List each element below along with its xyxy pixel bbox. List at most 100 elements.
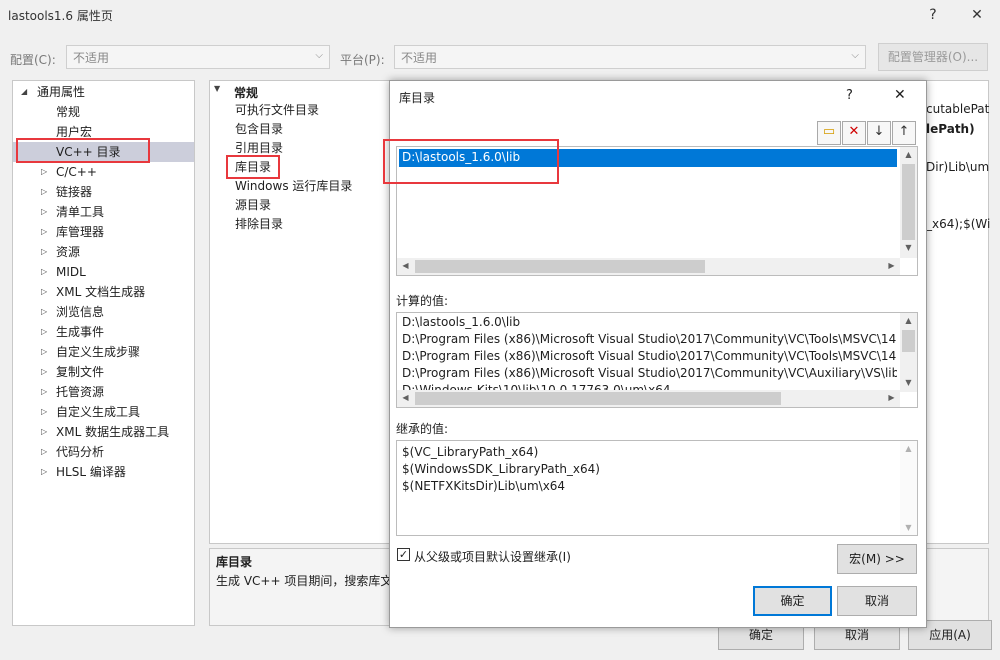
- dialog-close-button[interactable]: ✕: [894, 87, 906, 103]
- property-row[interactable]: 源目录: [235, 196, 271, 215]
- computed-value-line: D:\Program Files (x86)\Microsoft Visual …: [402, 332, 897, 346]
- inherited-vscroll[interactable]: ▲ ▼: [900, 441, 917, 535]
- tree-item-label: 常规: [56, 105, 81, 119]
- expanded-icon[interactable]: ◢: [21, 82, 27, 102]
- tree-item[interactable]: ▷ 浏览信息: [13, 302, 194, 322]
- tree-item-label: 生成事件: [56, 325, 105, 339]
- config-value: 不适用: [73, 51, 110, 65]
- delete-icon[interactable]: ✕: [842, 121, 866, 145]
- inherited-label: 继承的值:: [396, 422, 449, 436]
- highlight-lib-dir: [226, 155, 280, 179]
- computed-hscroll[interactable]: ◀ ▶: [397, 390, 900, 407]
- tree-item-label: XML 文档生成器: [56, 285, 146, 299]
- prop-value-3: _x64);$(Wi: [926, 217, 991, 231]
- expand-icon[interactable]: ▷: [41, 202, 47, 222]
- computed-value-line: D:\Program Files (x86)\Microsoft Visual …: [402, 349, 897, 363]
- tree-item-label: 库管理器: [56, 225, 105, 239]
- tree-item[interactable]: ▷ XML 文档生成器: [13, 282, 194, 302]
- tree-item[interactable]: ▷ HLSL 编译器: [13, 462, 194, 482]
- expand-icon[interactable]: ▷: [41, 222, 47, 242]
- description-title: 库目录: [216, 555, 253, 569]
- tree-item[interactable]: ▷ 资源: [13, 242, 194, 262]
- property-row[interactable]: 排除目录: [235, 215, 283, 234]
- tree-item[interactable]: ▷ C/C++: [13, 162, 194, 182]
- expand-icon[interactable]: ▷: [41, 462, 47, 482]
- config-select[interactable]: 不适用 ⌵: [66, 45, 330, 69]
- tree-item[interactable]: ▷ 托管资源: [13, 382, 194, 402]
- property-row[interactable]: 包含目录: [235, 120, 283, 139]
- tree-item-label: MIDL: [56, 265, 86, 279]
- expand-icon[interactable]: ▷: [41, 282, 47, 302]
- property-row[interactable]: 可执行文件目录: [235, 101, 319, 120]
- highlight-entry: [383, 139, 559, 184]
- expand-icon[interactable]: ▷: [41, 262, 47, 282]
- expand-icon[interactable]: ▷: [41, 382, 47, 402]
- platform-select[interactable]: 不适用 ⌵: [394, 45, 866, 69]
- macros-button[interactable]: 宏(M) >>: [837, 544, 917, 574]
- computed-value-line: D:\lastools_1.6.0\lib: [402, 315, 521, 329]
- tree-item[interactable]: ▷ MIDL: [13, 262, 194, 282]
- computed-label: 计算的值:: [396, 294, 449, 308]
- tree-item[interactable]: ▷ 库管理器: [13, 222, 194, 242]
- chevron-down-icon: ⌵: [315, 50, 323, 61]
- inherited-value-line: $(NETFXKitsDir)Lib\um\x64: [402, 479, 566, 493]
- inherited-values-box[interactable]: $(VC_LibraryPath_x64) $(WindowsSDK_Librar…: [396, 440, 918, 536]
- expand-icon[interactable]: ▷: [41, 362, 47, 382]
- entries-hscroll[interactable]: ◀ ▶: [397, 258, 900, 275]
- close-button[interactable]: ✕: [962, 3, 992, 27]
- expand-icon[interactable]: ▷: [41, 242, 47, 262]
- property-row[interactable]: Windows 运行库目录: [235, 177, 352, 196]
- highlight-vc-dirs: [16, 138, 150, 163]
- tree-item[interactable]: ▷ 链接器: [13, 182, 194, 202]
- tree-item[interactable]: ▷ 生成事件: [13, 322, 194, 342]
- tree-root-label: 通用属性: [37, 85, 86, 99]
- tree-item-label: 代码分析: [56, 445, 105, 459]
- tree-item-label: 清单工具: [56, 205, 105, 219]
- prop-value-2: Dir)Lib\um: [926, 160, 990, 174]
- move-up-icon[interactable]: ↑: [892, 121, 916, 145]
- tree-item[interactable]: ▷ 代码分析: [13, 442, 194, 462]
- inherited-value-line: $(VC_LibraryPath_x64): [402, 445, 539, 459]
- expand-icon[interactable]: ▷: [41, 302, 47, 322]
- expand-icon[interactable]: ▷: [41, 342, 47, 362]
- prop-value-0: cutablePat: [926, 102, 990, 116]
- tree-item[interactable]: 常规: [13, 102, 194, 122]
- inherit-checkbox[interactable]: ✓: [397, 548, 410, 561]
- platform-label: 平台(P):: [340, 53, 385, 67]
- dialog-cancel-button[interactable]: 取消: [837, 586, 917, 616]
- expand-icon[interactable]: ▷: [41, 182, 47, 202]
- entries-vscroll[interactable]: ▲ ▼: [900, 147, 917, 258]
- expand-icon[interactable]: ▷: [41, 162, 47, 182]
- tree-item-label: 链接器: [56, 185, 93, 199]
- tree-item[interactable]: ▷ 自定义生成步骤: [13, 342, 194, 362]
- expand-icon[interactable]: ▷: [41, 322, 47, 342]
- dialog-help-button[interactable]: ?: [846, 88, 853, 103]
- computed-value-line: D:\Program Files (x86)\Microsoft Visual …: [402, 366, 897, 380]
- expand-icon[interactable]: ▷: [41, 442, 47, 462]
- tree-item-label: HLSL 编译器: [56, 465, 126, 479]
- tree-item-label: 浏览信息: [56, 305, 105, 319]
- computed-values-box[interactable]: D:\lastools_1.6.0\lib D:\Program Files (x…: [396, 312, 918, 408]
- expand-icon[interactable]: ▷: [41, 402, 47, 422]
- dialog-title: 库目录: [399, 91, 436, 105]
- config-manager-button[interactable]: 配置管理器(O)...: [878, 43, 988, 71]
- tree-item-label: 自定义生成步骤: [56, 345, 141, 359]
- dialog-ok-button[interactable]: 确定: [753, 586, 832, 616]
- move-down-icon[interactable]: ↓: [867, 121, 891, 145]
- help-button[interactable]: ?: [918, 3, 948, 27]
- tree-item[interactable]: ▷ XML 数据生成器工具: [13, 422, 194, 442]
- tree-item-label: XML 数据生成器工具: [56, 425, 170, 439]
- tree-item[interactable]: ▷ 清单工具: [13, 202, 194, 222]
- tree-item-label: 资源: [56, 245, 81, 259]
- computed-vscroll[interactable]: ▲ ▼: [900, 313, 917, 392]
- new-folder-icon[interactable]: ▭: [817, 121, 841, 145]
- window-title: lastools1.6 属性页: [8, 9, 113, 23]
- expand-icon[interactable]: ▷: [41, 422, 47, 442]
- tree-item-label: 自定义生成工具: [56, 405, 141, 419]
- config-label: 配置(C):: [10, 53, 56, 67]
- tree-item-label: 复制文件: [56, 365, 105, 379]
- tree-item[interactable]: ▷ 复制文件: [13, 362, 194, 382]
- tree-item-label: 托管资源: [56, 385, 105, 399]
- inherit-checkbox-label[interactable]: 从父级或项目默认设置继承(I): [414, 548, 571, 565]
- tree-item[interactable]: ▷ 自定义生成工具: [13, 402, 194, 422]
